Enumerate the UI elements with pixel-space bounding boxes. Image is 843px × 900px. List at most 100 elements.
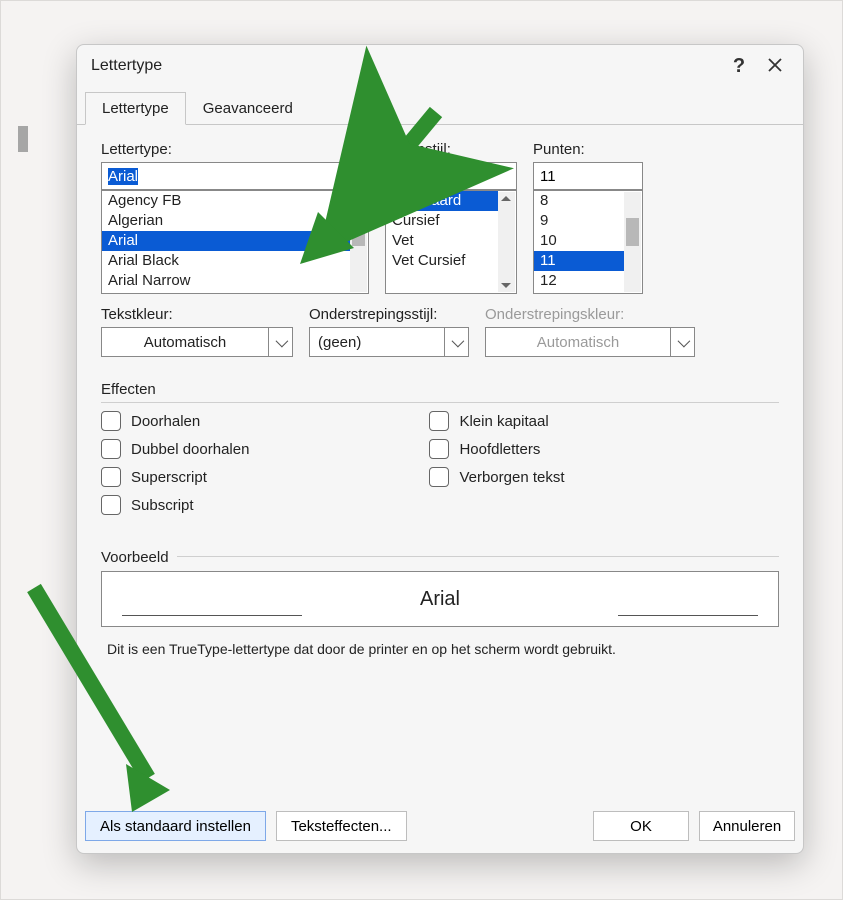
checkbox-box bbox=[101, 439, 121, 459]
chevron-down-icon bbox=[452, 338, 461, 347]
font-input[interactable]: Arial bbox=[101, 162, 369, 190]
label-understyle: Onderstrepingsstijl: bbox=[309, 306, 469, 323]
checkbox-label: Subscript bbox=[131, 497, 194, 514]
dropdown-button[interactable] bbox=[445, 327, 469, 357]
checkbox-subscript[interactable]: Subscript bbox=[101, 495, 249, 515]
list-item[interactable]: 9 bbox=[534, 211, 624, 231]
col-textcolor: Tekstkleur: Automatisch bbox=[101, 306, 293, 357]
list-item[interactable]: 12 bbox=[534, 271, 624, 291]
chevron-down-icon bbox=[678, 338, 687, 347]
checkbox-superscript[interactable]: Superscript bbox=[101, 467, 249, 487]
btn-label: Teksteffecten... bbox=[291, 818, 392, 835]
close-icon bbox=[768, 56, 782, 77]
textcolor-value: Automatisch bbox=[101, 327, 269, 357]
help-button[interactable]: ? bbox=[721, 48, 757, 84]
cancel-button[interactable]: Annuleren bbox=[699, 811, 795, 841]
size-listbox[interactable]: 89101112 bbox=[533, 190, 643, 294]
row-color-underline: Tekstkleur: Automatisch Onderstrepingsst… bbox=[101, 306, 779, 357]
checkbox-label: Klein kapitaal bbox=[459, 413, 548, 430]
checkbox-box bbox=[429, 467, 449, 487]
list-item[interactable]: Cursief bbox=[386, 211, 498, 231]
checkbox-box bbox=[429, 411, 449, 431]
scroll-thumb[interactable] bbox=[626, 218, 639, 246]
label-undercolor: Onderstrepingskleur: bbox=[485, 306, 695, 323]
scrollbar[interactable] bbox=[350, 192, 367, 292]
checkbox-dubbel-doorhalen[interactable]: Dubbel doorhalen bbox=[101, 439, 249, 459]
preview-text: Arial bbox=[420, 588, 460, 611]
checkbox-klein-kapitaal[interactable]: Klein kapitaal bbox=[429, 411, 564, 431]
size-input[interactable] bbox=[533, 162, 643, 190]
chevron-down-icon bbox=[276, 338, 285, 347]
tab-label: Geavanceerd bbox=[203, 100, 293, 117]
checkbox-label: Dubbel doorhalen bbox=[131, 441, 249, 458]
undercolor-dropdown: Automatisch bbox=[485, 327, 695, 357]
understyle-dropdown[interactable]: (geen) bbox=[309, 327, 469, 357]
checkbox-box bbox=[429, 439, 449, 459]
checkbox-verborgen-tekst[interactable]: Verborgen tekst bbox=[429, 467, 564, 487]
preview-group: Voorbeeld Arial Dit is een TrueType-lett… bbox=[101, 539, 779, 657]
label-font: Lettertype: bbox=[101, 141, 369, 158]
scroll-up-icon bbox=[501, 196, 511, 201]
label-size: Punten: bbox=[533, 141, 643, 158]
list-item[interactable]: Standaard bbox=[386, 191, 498, 211]
close-button[interactable] bbox=[757, 48, 793, 84]
font-listbox[interactable]: Agency FBAlgerianArialArial BlackArial N… bbox=[101, 190, 369, 294]
list-item[interactable]: 10 bbox=[534, 231, 624, 251]
label-textcolor: Tekstkleur: bbox=[101, 306, 293, 323]
list-item[interactable]: Algerian bbox=[102, 211, 350, 231]
preview-underline-left bbox=[122, 615, 302, 616]
row-font-style-size: Lettertype: Arial Agency FBAlgerianArial… bbox=[101, 141, 779, 294]
font-input-value: Arial bbox=[108, 168, 138, 185]
effects-col-right: Klein kapitaal Hoofdletters Verborgen teks… bbox=[429, 411, 564, 515]
list-item[interactable]: Arial Black bbox=[102, 251, 350, 271]
label-style: Tekenstijl: bbox=[385, 141, 517, 158]
scroll-down-icon bbox=[501, 283, 511, 288]
col-style: Tekenstijl: StandaardCursiefVetVet Cursi… bbox=[385, 141, 517, 294]
list-item[interactable]: Vet bbox=[386, 231, 498, 251]
tab-geavanceerd[interactable]: Geavanceerd bbox=[186, 92, 310, 125]
effects-col-left: Doorhalen Dubbel doorhalen Superscript Subs… bbox=[101, 411, 249, 515]
scrollbar[interactable] bbox=[624, 192, 641, 292]
checkbox-label: Superscript bbox=[131, 469, 207, 486]
checkbox-label: Doorhalen bbox=[131, 413, 200, 430]
col-understyle: Onderstrepingsstijl: (geen) bbox=[309, 306, 469, 357]
gutter-marker bbox=[18, 126, 28, 152]
tab-label: Lettertype bbox=[102, 100, 169, 117]
btn-label: Als standaard instellen bbox=[100, 818, 251, 835]
list-item[interactable]: 11 bbox=[534, 251, 624, 271]
font-dialog: Lettertype ? Lettertype Geavanceerd Lett… bbox=[76, 44, 804, 854]
dropdown-button[interactable] bbox=[269, 327, 293, 357]
preview-wrap: Arial bbox=[101, 556, 779, 627]
textcolor-dropdown[interactable]: Automatisch bbox=[101, 327, 293, 357]
list-item[interactable]: Arial Narrow bbox=[102, 271, 350, 291]
list-item[interactable]: Agency FB bbox=[102, 191, 350, 211]
set-as-default-button[interactable]: Als standaard instellen bbox=[85, 811, 266, 841]
scroll-thumb[interactable] bbox=[352, 214, 365, 246]
list-item[interactable]: 8 bbox=[534, 191, 624, 211]
dialog-title: Lettertype bbox=[91, 57, 721, 75]
preview-underline-right bbox=[618, 615, 758, 616]
effects-group-title: Effecten bbox=[101, 381, 779, 403]
checkbox-doorhalen[interactable]: Doorhalen bbox=[101, 411, 249, 431]
checkbox-label: Hoofdletters bbox=[459, 441, 540, 458]
effects-grid: Doorhalen Dubbel doorhalen Superscript Subs… bbox=[101, 411, 779, 515]
undercolor-value: Automatisch bbox=[485, 327, 671, 357]
style-listbox[interactable]: StandaardCursiefVetVet Cursief bbox=[385, 190, 517, 294]
tab-lettertype[interactable]: Lettertype bbox=[85, 92, 186, 125]
list-item[interactable]: Arial bbox=[102, 231, 350, 251]
tab-panel: Lettertype: Arial Agency FBAlgerianArial… bbox=[77, 125, 803, 671]
col-undercolor: Onderstrepingskleur: Automatisch bbox=[485, 306, 695, 357]
text-effects-button[interactable]: Teksteffecten... bbox=[276, 811, 407, 841]
checkbox-box bbox=[101, 411, 121, 431]
checkbox-box bbox=[101, 495, 121, 515]
style-input[interactable] bbox=[385, 162, 517, 190]
list-item[interactable]: Vet Cursief bbox=[386, 251, 498, 271]
scrollbar[interactable] bbox=[498, 192, 515, 292]
preview-note: Dit is een TrueType-lettertype dat door … bbox=[107, 641, 779, 657]
checkbox-hoofdletters[interactable]: Hoofdletters bbox=[429, 439, 564, 459]
understyle-value: (geen) bbox=[309, 327, 445, 357]
ok-button[interactable]: OK bbox=[593, 811, 689, 841]
title-bar: Lettertype ? bbox=[77, 45, 803, 87]
preview-box: Arial bbox=[101, 571, 779, 627]
preview-group-title: Voorbeeld bbox=[101, 549, 177, 566]
